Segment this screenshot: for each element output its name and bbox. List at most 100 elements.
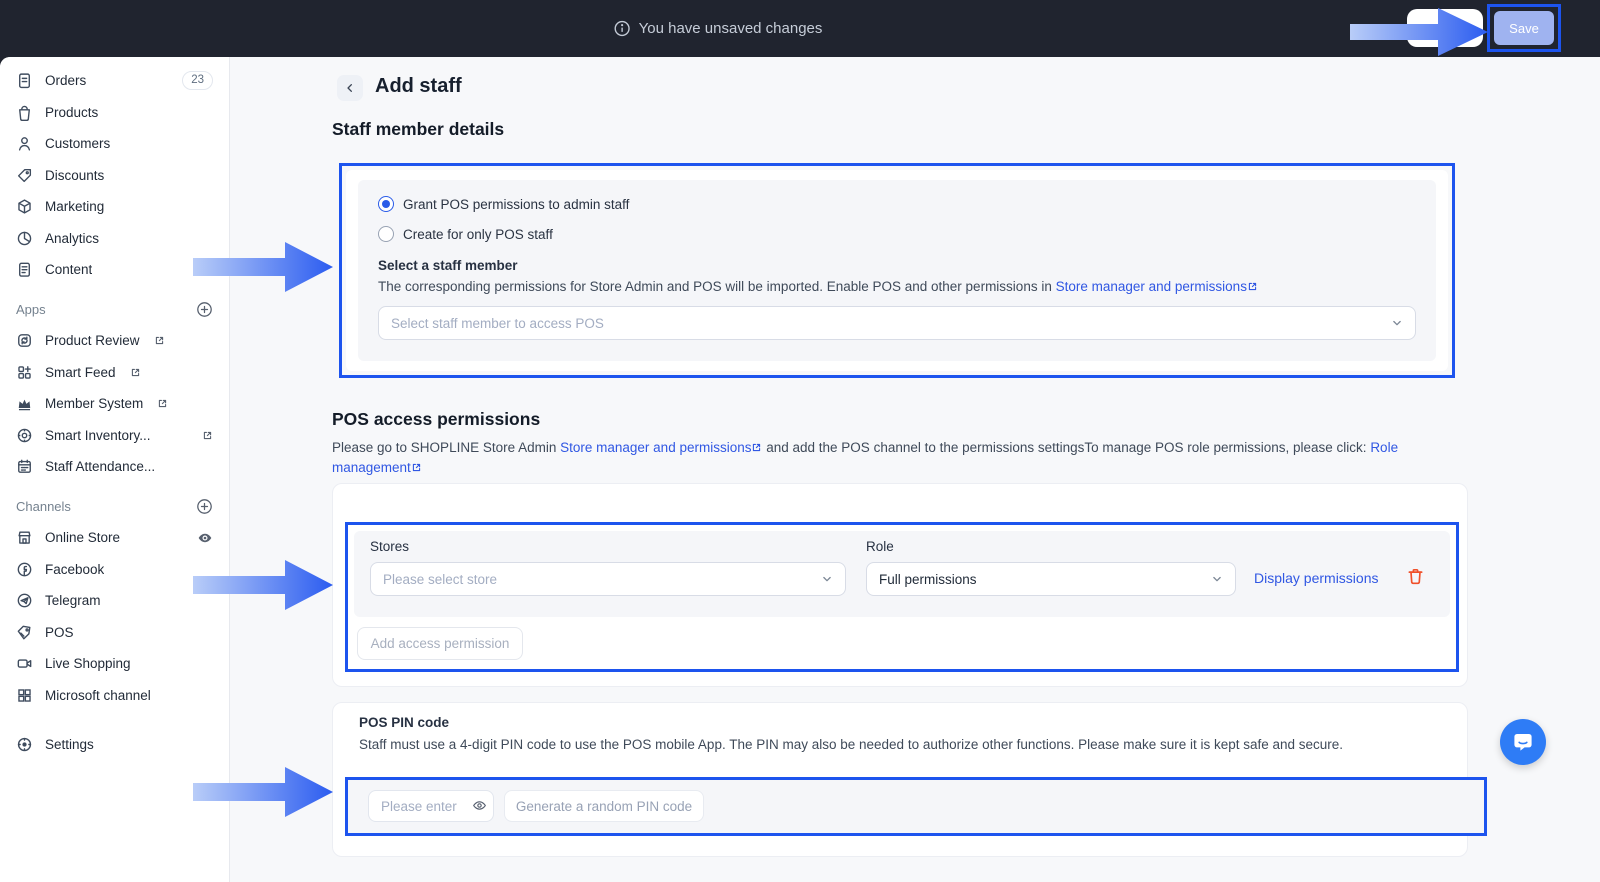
sidebar-item-label: Analytics bbox=[45, 231, 99, 246]
select-placeholder: Select staff member to access POS bbox=[391, 316, 604, 331]
discard-button[interactable] bbox=[1407, 9, 1483, 47]
sidebar-item-product-review[interactable]: Product Review bbox=[0, 325, 229, 357]
video-camera-icon bbox=[16, 655, 33, 672]
sidebar-item-content[interactable]: Content bbox=[0, 254, 229, 286]
sidebar-item-label: Member System bbox=[45, 396, 143, 411]
eye-icon[interactable] bbox=[197, 530, 213, 546]
delete-permission-button[interactable] bbox=[1406, 567, 1425, 589]
radio-create-pos-staff[interactable]: Create for only POS staff bbox=[378, 224, 1416, 244]
unsaved-changes-text: You have unsaved changes bbox=[639, 20, 823, 37]
sidebar-item-label: Orders bbox=[45, 73, 86, 88]
sidebar-item-facebook[interactable]: Facebook bbox=[0, 554, 229, 586]
sidebar-item-label: Marketing bbox=[45, 199, 104, 214]
staff-details-panel: Grant POS permissions to admin staff Cre… bbox=[358, 180, 1436, 361]
pos-tag-icon bbox=[16, 624, 33, 641]
chevron-down-icon bbox=[1391, 317, 1403, 329]
chevron-down-icon bbox=[1211, 573, 1223, 585]
workspace: Orders 23 Products Customers Discounts M… bbox=[0, 57, 1600, 882]
page-title: Add staff bbox=[375, 75, 462, 98]
sidebar-item-products[interactable]: Products bbox=[0, 97, 229, 129]
stores-field: Stores Please select store bbox=[370, 539, 846, 596]
marketing-cube-icon bbox=[16, 198, 33, 215]
sidebar-item-settings[interactable]: Settings bbox=[0, 729, 229, 761]
store-manager-permissions-link[interactable]: Store manager and permissions bbox=[560, 440, 751, 455]
back-button[interactable] bbox=[337, 75, 363, 101]
sidebar-item-label: Facebook bbox=[45, 562, 104, 577]
staff-member-select[interactable]: Select staff member to access POS bbox=[378, 306, 1416, 340]
generate-pin-button[interactable]: Generate a random PIN code bbox=[504, 790, 704, 822]
pos-pin-code-card: POS PIN code Staff must use a 4-digit PI… bbox=[332, 702, 1468, 857]
calendar-icon bbox=[16, 458, 33, 475]
unsaved-changes-banner: You have unsaved changes bbox=[614, 0, 823, 57]
annotation-box-access-permissions: Stores Please select store Role Full per… bbox=[345, 522, 1459, 672]
stores-select[interactable]: Please select store bbox=[370, 562, 846, 596]
store-manager-permissions-link[interactable]: Store manager and permissions bbox=[1056, 279, 1247, 294]
sidebar-item-label: POS bbox=[45, 625, 74, 640]
sidebar-item-member-system[interactable]: Member System bbox=[0, 388, 229, 420]
pos-access-permissions-card: Stores Please select store Role Full per… bbox=[332, 483, 1468, 687]
sidebar-item-online-store[interactable]: Online Store bbox=[0, 522, 229, 554]
sidebar-item-orders[interactable]: Orders 23 bbox=[0, 65, 229, 97]
display-permissions-link[interactable]: Display permissions bbox=[1254, 570, 1378, 586]
grid-squares-icon bbox=[16, 687, 33, 704]
sidebar-item-pos[interactable]: POS bbox=[0, 617, 229, 649]
chevron-down-icon bbox=[821, 573, 833, 585]
sidebar-item-staff-attendance[interactable]: Staff Attendance... bbox=[0, 451, 229, 483]
section-label: Channels bbox=[16, 499, 71, 514]
radio-selected-icon[interactable] bbox=[378, 196, 394, 212]
eye-toggle-icon[interactable] bbox=[472, 798, 487, 813]
sidebar-item-smart-inventory[interactable]: Smart Inventory... bbox=[0, 420, 229, 452]
external-link-icon bbox=[1247, 281, 1258, 292]
sidebar-item-marketing[interactable]: Marketing bbox=[0, 191, 229, 223]
pos-access-description: Please go to SHOPLINE Store Admin Store … bbox=[332, 438, 1468, 477]
description-text: Please go to SHOPLINE Store Admin bbox=[332, 440, 560, 455]
radio-unselected-icon[interactable] bbox=[378, 226, 394, 242]
add-access-permission-button[interactable]: Add access permission bbox=[357, 627, 523, 660]
external-link-icon bbox=[751, 442, 762, 453]
sidebar-item-analytics[interactable]: Analytics bbox=[0, 223, 229, 255]
telegram-icon bbox=[16, 592, 33, 609]
sidebar-item-smart-feed[interactable]: Smart Feed bbox=[0, 357, 229, 389]
sidebar-item-label: Microsoft channel bbox=[45, 688, 151, 703]
select-staff-label: Select a staff member bbox=[378, 258, 1416, 273]
pos-pin-code-description: Staff must use a 4-digit PIN code to use… bbox=[359, 737, 1449, 752]
select-placeholder: Please select store bbox=[383, 572, 497, 587]
save-button[interactable]: Save bbox=[1494, 11, 1554, 45]
annotation-box-pin-code: Generate a random PIN code bbox=[345, 777, 1487, 836]
sidebar-item-customers[interactable]: Customers bbox=[0, 128, 229, 160]
sidebar-item-live-shopping[interactable]: Live Shopping bbox=[0, 648, 229, 680]
crown-icon bbox=[16, 395, 33, 412]
sidebar-item-label: Staff Attendance... bbox=[45, 459, 155, 474]
staff-member-details-heading: Staff member details bbox=[332, 119, 504, 140]
analytics-pie-icon bbox=[16, 230, 33, 247]
role-field: Role Full permissions bbox=[866, 539, 1236, 596]
sidebar: Orders 23 Products Customers Discounts M… bbox=[0, 57, 230, 882]
annotation-box-staff-details: Grant POS permissions to admin staff Cre… bbox=[339, 163, 1455, 378]
sidebar-item-label: Products bbox=[45, 105, 98, 120]
plus-circle-icon[interactable] bbox=[196, 498, 213, 515]
section-label: Apps bbox=[16, 302, 46, 317]
external-link-icon bbox=[202, 430, 213, 441]
description-text: The corresponding permissions for Store … bbox=[378, 279, 1056, 294]
facebook-icon bbox=[16, 561, 33, 578]
external-link-icon bbox=[130, 367, 141, 378]
customers-icon bbox=[16, 135, 33, 152]
description-text: and add the POS channel to the permissio… bbox=[762, 440, 1370, 455]
content-doc-icon bbox=[16, 261, 33, 278]
chat-launcher-button[interactable] bbox=[1500, 719, 1546, 765]
sidebar-item-label: Customers bbox=[45, 136, 110, 151]
sidebar-item-microsoft-channel[interactable]: Microsoft channel bbox=[0, 680, 229, 712]
sidebar-item-label: Content bbox=[45, 262, 92, 277]
radio-grant-pos-permissions[interactable]: Grant POS permissions to admin staff bbox=[378, 194, 1416, 214]
role-select[interactable]: Full permissions bbox=[866, 562, 1236, 596]
sidebar-item-discounts[interactable]: Discounts bbox=[0, 160, 229, 192]
sidebar-item-label: Online Store bbox=[45, 530, 120, 545]
plus-circle-icon[interactable] bbox=[196, 301, 213, 318]
pos-pin-code-label: POS PIN code bbox=[359, 715, 449, 730]
products-icon bbox=[16, 104, 33, 121]
sidebar-item-telegram[interactable]: Telegram bbox=[0, 585, 229, 617]
sidebar-item-label: Telegram bbox=[45, 593, 101, 608]
sidebar-item-label: Smart Inventory... bbox=[45, 428, 151, 443]
target-icon bbox=[16, 427, 33, 444]
smart-feed-icon bbox=[16, 364, 33, 381]
